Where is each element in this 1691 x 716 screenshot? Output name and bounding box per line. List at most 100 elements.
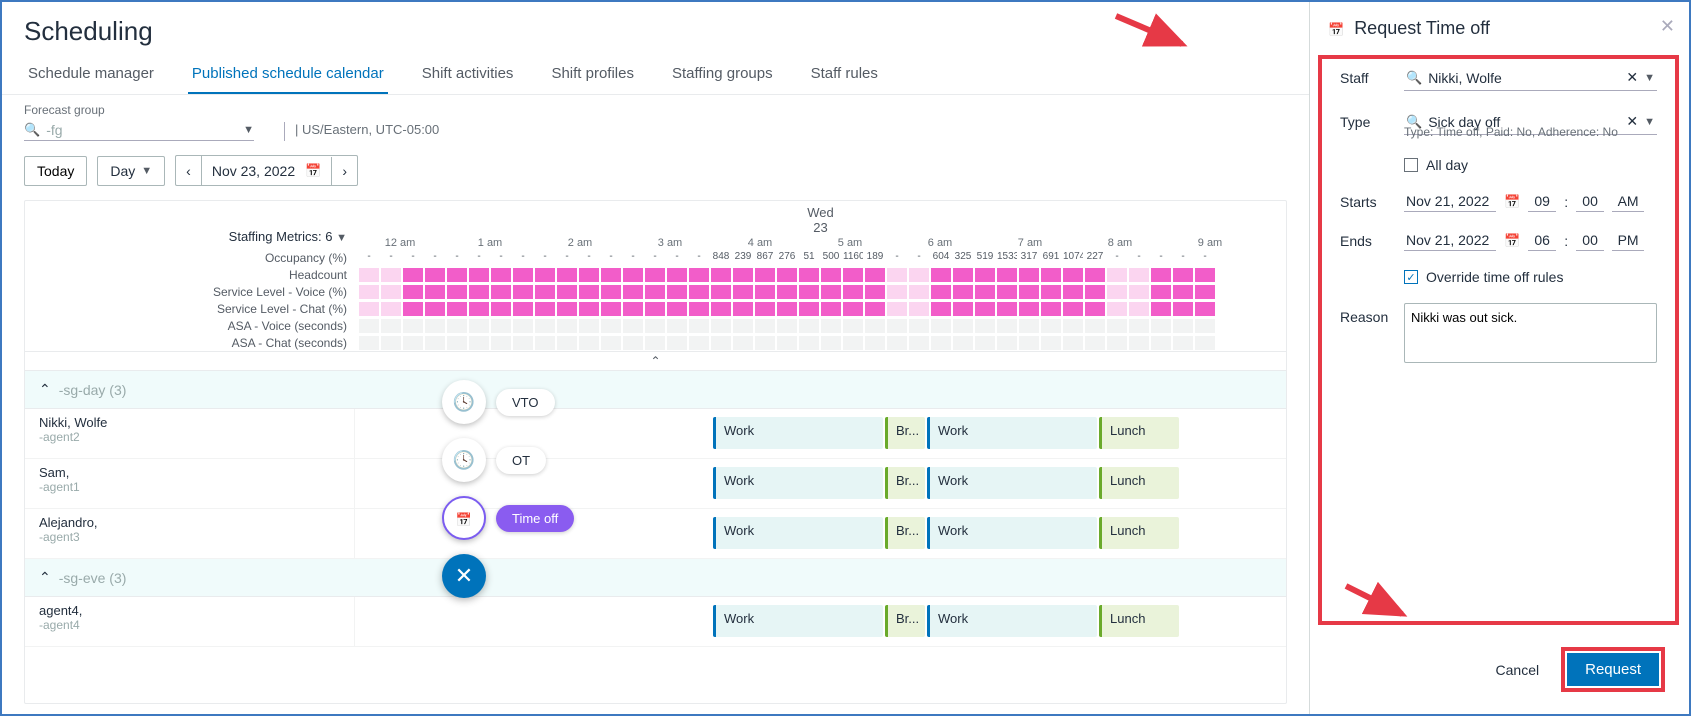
tab-shift-profiles[interactable]: Shift profiles	[547, 55, 638, 94]
tab-published-schedule-calendar[interactable]: Published schedule calendar	[188, 55, 388, 94]
schedule-block-work[interactable]: Work	[927, 605, 1097, 637]
override-label: Override time off rules	[1426, 269, 1563, 285]
allday-checkbox[interactable]	[1404, 158, 1418, 172]
close-icon: ✕	[455, 563, 473, 589]
override-checkbox[interactable]: ✓	[1404, 270, 1418, 284]
metric-cells	[355, 302, 1286, 316]
panel-close-button[interactable]: ✕	[1660, 16, 1675, 37]
agent-label[interactable]: Sam,-agent1	[25, 459, 355, 508]
chevron-down-icon[interactable]: ▼	[1644, 72, 1655, 84]
starts-hour-input[interactable]: 09	[1528, 191, 1556, 212]
timeoff-fab[interactable]	[442, 496, 486, 540]
starts-min-input[interactable]: 00	[1576, 191, 1604, 212]
search-icon	[1406, 69, 1422, 86]
timeoff-pill[interactable]: Time off	[496, 505, 574, 532]
date-display[interactable]: Nov 23, 2022	[201, 156, 331, 185]
schedule-block-br[interactable]: Br...	[885, 467, 925, 499]
request-button[interactable]: Request	[1567, 653, 1659, 686]
schedule-block-lunch[interactable]: Lunch	[1099, 417, 1179, 449]
schedule-block-br[interactable]: Br...	[885, 605, 925, 637]
forecast-group-value: -fg	[46, 122, 237, 138]
metric-label: Headcount	[25, 268, 355, 282]
agent-label[interactable]: agent4,-agent4	[25, 597, 355, 646]
reason-label: Reason	[1340, 303, 1404, 325]
hour-label: 9 am	[1165, 237, 1255, 249]
staff-value: Nikki, Wolfe	[1428, 70, 1620, 86]
schedule-block-lunch[interactable]: Lunch	[1099, 467, 1179, 499]
metric-label: Occupancy (%)	[25, 251, 355, 265]
staffing-metrics-toggle[interactable]: Staffing Metrics: 6 ▼	[25, 201, 355, 246]
metric-cells	[355, 336, 1286, 350]
next-day-button[interactable]: ›	[331, 157, 357, 185]
schedule-block-lunch[interactable]: Lunch	[1099, 517, 1179, 549]
expand-collapse-bar[interactable]: ⌃	[25, 351, 1286, 371]
metric-label: ASA - Voice (seconds)	[25, 319, 355, 333]
schedule-block-br[interactable]: Br...	[885, 417, 925, 449]
tab-shift-activities[interactable]: Shift activities	[418, 55, 518, 94]
chevron-down-icon: ▼	[141, 165, 152, 177]
tabs: Schedule manager Published schedule calen…	[2, 55, 1309, 95]
schedule-block-work[interactable]: Work	[713, 417, 883, 449]
schedule-block-work[interactable]: Work	[713, 467, 883, 499]
schedule-block-lunch[interactable]: Lunch	[1099, 605, 1179, 637]
starts-ampm-input[interactable]: AM	[1612, 191, 1644, 212]
floating-action-stack: VTO OT Time off ✕	[442, 380, 574, 598]
schedule-block-work[interactable]: Work	[927, 467, 1097, 499]
hour-label: 1 am	[445, 237, 535, 249]
hour-label: 2 am	[535, 237, 625, 249]
vto-fab[interactable]	[442, 380, 486, 424]
group-row[interactable]: ⌃-sg-eve (3)	[25, 559, 1286, 597]
cancel-button[interactable]: Cancel	[1496, 662, 1540, 678]
timezone-text: | US/Eastern, UTC-05:00	[284, 122, 439, 141]
metric-label: Service Level - Chat (%)	[25, 302, 355, 316]
ends-min-input[interactable]: 00	[1576, 230, 1604, 251]
staff-select[interactable]: Nikki, Wolfe ✕ ▼	[1404, 65, 1657, 91]
schedule-block-work[interactable]: Work	[927, 517, 1097, 549]
ends-date-input[interactable]: Nov 21, 2022	[1404, 230, 1496, 251]
chevron-icon: ⌃	[39, 381, 51, 398]
chevron-down-icon[interactable]: ▼	[1644, 116, 1655, 128]
clear-icon[interactable]: ✕	[1626, 113, 1638, 130]
view-select[interactable]: Day ▼	[97, 156, 165, 186]
day-of-month: 23	[355, 220, 1286, 235]
calendar-icon[interactable]	[1504, 193, 1520, 210]
metric-label: Service Level - Voice (%)	[25, 285, 355, 299]
vto-pill[interactable]: VTO	[496, 389, 555, 416]
ot-pill[interactable]: OT	[496, 447, 546, 474]
starts-label: Starts	[1340, 194, 1404, 210]
view-select-value: Day	[110, 163, 135, 179]
prev-day-button[interactable]: ‹	[176, 157, 201, 185]
close-fab[interactable]: ✕	[442, 554, 486, 598]
calendar-x-icon	[456, 508, 472, 529]
calendar-icon	[305, 162, 321, 179]
schedule-block-br[interactable]: Br...	[885, 517, 925, 549]
tab-staffing-groups[interactable]: Staffing groups	[668, 55, 777, 94]
starts-date-input[interactable]: Nov 21, 2022	[1404, 191, 1496, 212]
calendar-icon	[1328, 18, 1344, 39]
agent-track[interactable]: WorkBr...WorkLunch	[355, 597, 1286, 646]
agent-label[interactable]: Alejandro,-agent3	[25, 509, 355, 558]
staff-label: Staff	[1340, 70, 1404, 86]
hour-label: 7 am	[985, 237, 1075, 249]
schedule-block-work[interactable]: Work	[713, 517, 883, 549]
agent-label[interactable]: Nikki, Wolfe-agent2	[25, 409, 355, 458]
calendar-icon[interactable]	[1504, 232, 1520, 249]
agent-row: Nikki, Wolfe-agent2WorkBr...WorkLunch	[25, 409, 1286, 459]
reason-textarea[interactable]	[1404, 303, 1657, 363]
ot-fab[interactable]	[442, 438, 486, 482]
metric-cells	[355, 268, 1286, 282]
ends-hour-input[interactable]: 06	[1528, 230, 1556, 251]
group-row[interactable]: ⌃-sg-day (3)	[25, 371, 1286, 409]
forecast-group-select[interactable]: -fg ▼	[24, 119, 254, 141]
hour-label: 4 am	[715, 237, 805, 249]
schedule-block-work[interactable]: Work	[713, 605, 883, 637]
ends-ampm-input[interactable]: PM	[1612, 230, 1644, 251]
today-button[interactable]: Today	[24, 156, 87, 186]
schedule-block-work[interactable]: Work	[927, 417, 1097, 449]
clear-icon[interactable]: ✕	[1626, 69, 1638, 86]
request-timeoff-panel: Request Time off ✕ Staff Nikki, Wolfe ✕ …	[1309, 2, 1689, 714]
tab-staff-rules[interactable]: Staff rules	[807, 55, 882, 94]
metric-cells: ----------------848239867276515001160189…	[355, 251, 1286, 265]
tab-schedule-manager[interactable]: Schedule manager	[24, 55, 158, 94]
hour-label: 6 am	[895, 237, 985, 249]
